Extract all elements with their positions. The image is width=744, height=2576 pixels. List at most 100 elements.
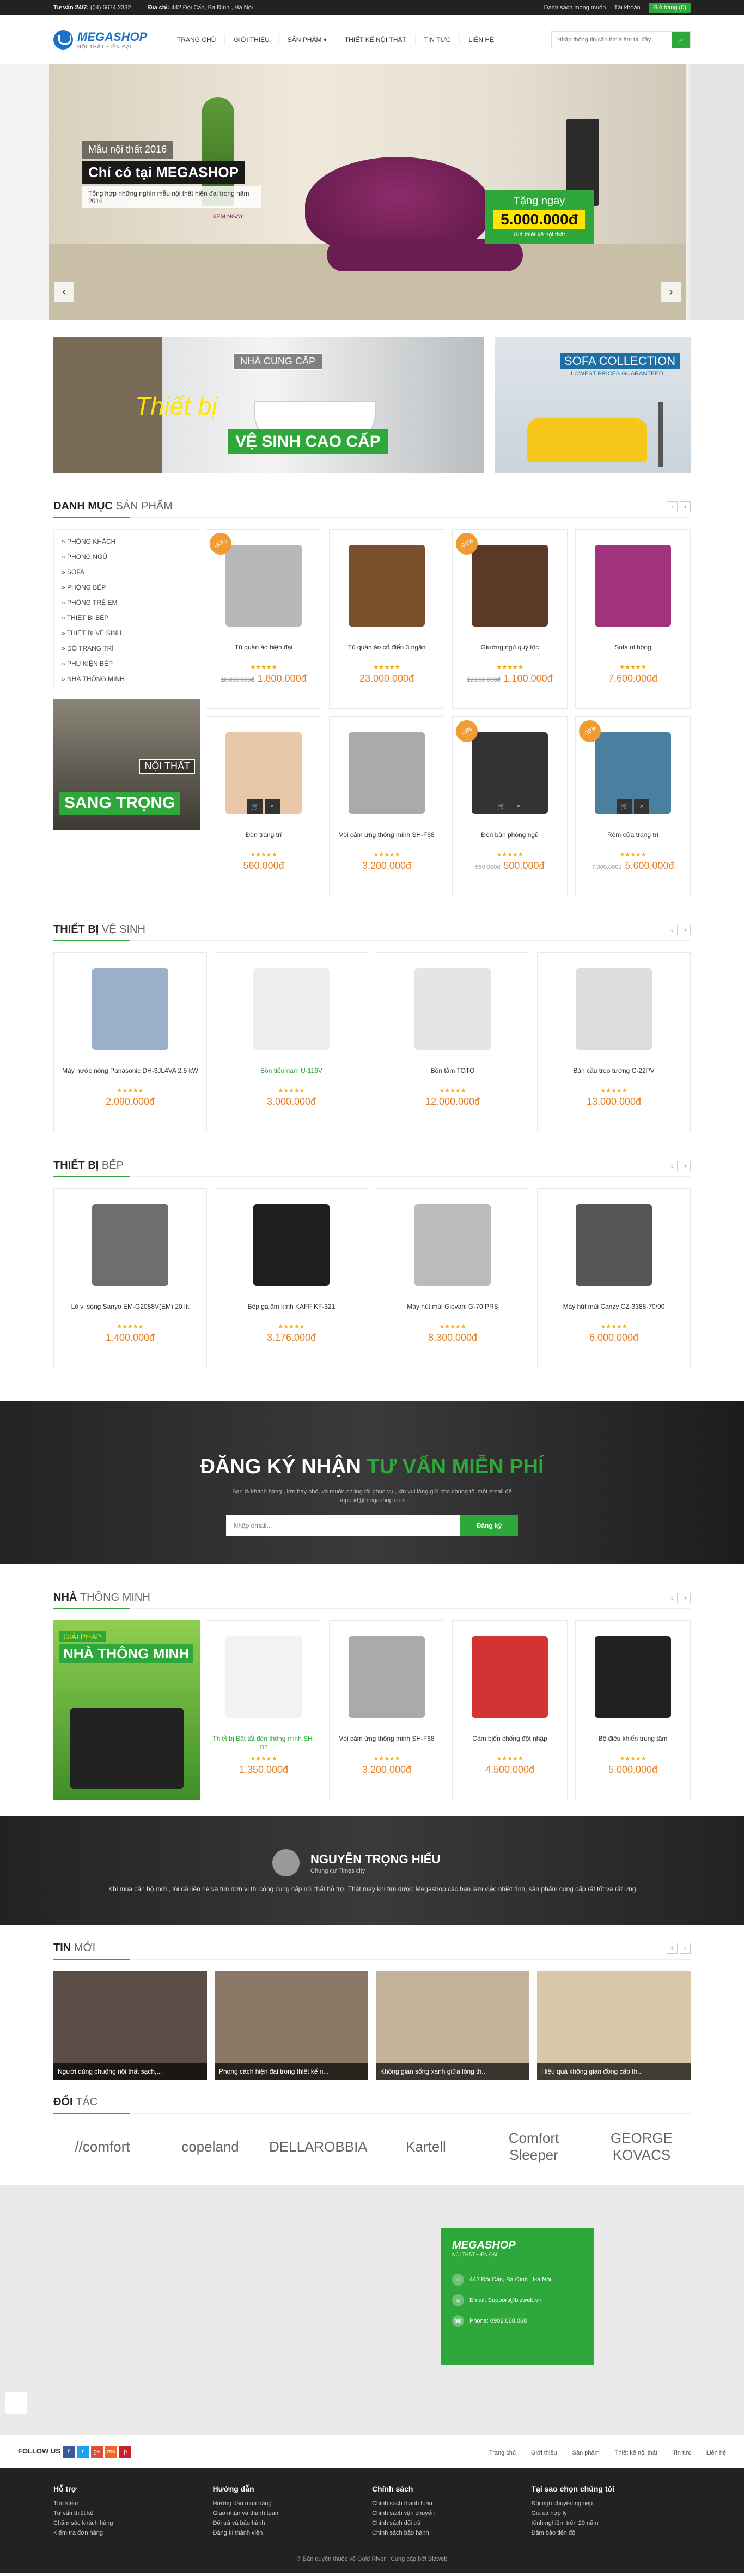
- zoom-icon[interactable]: ⌕: [511, 799, 526, 814]
- news-title[interactable]: Hiệu quả không gian đồng cấp th...: [537, 2063, 691, 2080]
- cart-button[interactable]: Giỏ hàng (0): [648, 3, 691, 13]
- news-title[interactable]: Không gian sống xanh giữa lòng th...: [376, 2063, 529, 2080]
- next-button[interactable]: ›: [680, 1160, 691, 1171]
- smart-home-banner[interactable]: GIẢI PHÁP NHÀ THÔNG MINH: [53, 1620, 200, 1800]
- social-t-icon[interactable]: t: [77, 2446, 89, 2458]
- partner-logo[interactable]: Comfort Sleeper: [485, 2130, 583, 2164]
- product-card[interactable]: Sofa nỉ hồng ★★★★★ 7.600.000đ: [575, 529, 691, 709]
- prev-button[interactable]: ‹: [667, 501, 678, 512]
- product-image[interactable]: [334, 1625, 440, 1729]
- product-name[interactable]: Bộ điều khiển trung tâm: [580, 1734, 686, 1753]
- category-item[interactable]: » Nhà thông minh: [62, 671, 192, 686]
- product-image[interactable]: [334, 534, 440, 637]
- product-card[interactable]: Máy hút mùi Canzy CZ-3388-70/90 ★★★★★ 6.00…: [537, 1188, 691, 1368]
- zoom-icon[interactable]: ⌕: [265, 799, 280, 814]
- cart-icon[interactable]: 🛒: [493, 799, 509, 814]
- category-item[interactable]: » Đồ trang trí: [62, 641, 192, 656]
- footer-link[interactable]: Chính sách bảo hành: [372, 2528, 532, 2538]
- product-card[interactable]: Cảm biến chống đột nhập ★★★★★ 4.500.000đ: [452, 1620, 568, 1800]
- footer-link[interactable]: Giao nhận và thanh toán: [213, 2508, 373, 2518]
- search-input[interactable]: [552, 32, 672, 48]
- partner-logo[interactable]: //comfort: [53, 2138, 151, 2155]
- product-card[interactable]: -50% Tủ quần áo hiện đại ★★★★★ 18.000.000đ 1…: [205, 528, 321, 709]
- product-card[interactable]: Bàn cầu treo tường C-22PV ★★★★★ 13.000.000…: [537, 952, 691, 1132]
- product-card[interactable]: Máy hút mùi Giovani G-70 PRS ★★★★★ 8.300.0…: [376, 1188, 529, 1368]
- product-name[interactable]: Thiết bị Bật tắt đèn thông minh SH-D2: [211, 1734, 316, 1753]
- category-item[interactable]: » Phụ kiện bếp: [62, 656, 192, 671]
- footer-link[interactable]: Chính sách vận chuyển: [372, 2508, 532, 2518]
- product-image[interactable]: [211, 1625, 316, 1729]
- category-item[interactable]: » Phòng bếp: [62, 580, 192, 595]
- subscribe-button[interactable]: Đăng ký: [460, 1515, 519, 1536]
- product-name[interactable]: Giường ngủ quý tộc: [457, 643, 563, 661]
- social-p-icon[interactable]: p: [119, 2446, 131, 2458]
- product-name[interactable]: Máy hút mùi Canzy CZ-3388-70/90: [542, 1302, 686, 1321]
- product-name[interactable]: Tủ quần áo cổ điển 3 ngăn: [334, 643, 440, 661]
- category-item[interactable]: » Phòng trẻ em: [62, 595, 192, 610]
- product-name[interactable]: Lò vi sóng Sanyo EM-G2088V(EM) 20 lít: [58, 1302, 202, 1321]
- product-name[interactable]: Rèm cửa trang trí: [580, 830, 686, 849]
- product-image[interactable]: [381, 1193, 525, 1297]
- product-image[interactable]: [219, 1193, 363, 1297]
- footer-link[interactable]: Giá cả hợp lý: [532, 2508, 691, 2518]
- banner-sofa[interactable]: SOFA COLLECTION LOWEST PRICES GUARANTEED: [495, 337, 691, 473]
- product-name[interactable]: Bồn tắm TOTO: [381, 1066, 525, 1085]
- product-image[interactable]: [334, 721, 440, 825]
- product-name[interactable]: Bếp ga âm kính KAFF KF-321: [219, 1302, 363, 1321]
- product-image[interactable]: [542, 957, 686, 1061]
- prev-button[interactable]: ‹: [667, 1160, 678, 1171]
- product-image[interactable]: [580, 534, 686, 637]
- nav-contact[interactable]: Liên hệ: [459, 34, 503, 45]
- news-item[interactable]: Người dùng chuộng nội thất sạch,...: [53, 1971, 207, 2080]
- footer-nav-link[interactable]: Tin tức: [673, 2450, 691, 2456]
- product-name[interactable]: Cảm biến chống đột nhập: [457, 1734, 563, 1753]
- product-name[interactable]: Bồn tiểu nam U-116V: [219, 1066, 363, 1085]
- footer-link[interactable]: Chăm sóc khách hàng: [53, 2518, 213, 2528]
- partner-logo[interactable]: DELLAROBBIA: [269, 2138, 368, 2155]
- nav-design[interactable]: Thiết kế nội thất: [335, 34, 415, 45]
- nav-news[interactable]: Tin tức: [414, 34, 460, 45]
- product-card[interactable]: Tủ quần áo cổ điển 3 ngăn ★★★★★ 23.000.000…: [329, 529, 444, 709]
- prev-button[interactable]: ‹: [667, 1592, 678, 1603]
- news-item[interactable]: Không gian sống xanh giữa lòng th...: [376, 1971, 529, 2080]
- product-name[interactable]: Máy hút mùi Giovani G-70 PRS: [381, 1302, 525, 1321]
- hero-cta[interactable]: XEM NGAY: [212, 214, 278, 220]
- product-card[interactable]: Vòi cảm ứng thông minh SH-F68 ★★★★★ 3.200.…: [329, 716, 444, 896]
- slider-next-button[interactable]: ›: [661, 282, 681, 302]
- cart-icon[interactable]: 🛒: [617, 799, 632, 814]
- footer-nav-link[interactable]: Trang chủ: [489, 2450, 516, 2456]
- footer-link[interactable]: Tìm kiếm: [53, 2499, 213, 2508]
- partner-logo[interactable]: copeland: [161, 2138, 259, 2155]
- search-button[interactable]: ⌕: [672, 32, 690, 48]
- email-field[interactable]: [225, 1515, 460, 1536]
- product-image[interactable]: [457, 1625, 563, 1729]
- nav-about[interactable]: Giới thiệu: [224, 34, 278, 45]
- product-image[interactable]: [219, 957, 363, 1061]
- product-card[interactable]: Bồn tiểu nam U-116V ★★★★★ 3.000.000đ: [215, 952, 368, 1132]
- footer-link[interactable]: Tư vấn thiết kế: [53, 2508, 213, 2518]
- category-item[interactable]: » Thiết bị vệ sinh: [62, 625, 192, 641]
- product-name[interactable]: Máy nước nóng Panasonic DH-3JL4VA 2.5 kW: [58, 1066, 202, 1085]
- category-item[interactable]: » Thiết bị bếp: [62, 610, 192, 625]
- product-card[interactable]: Bồn tắm TOTO ★★★★★ 12.000.000đ: [376, 952, 529, 1132]
- next-button[interactable]: ›: [680, 924, 691, 935]
- product-card[interactable]: Thiết bị Bật tắt đèn thông minh SH-D2 ★★★…: [206, 1620, 321, 1800]
- product-card[interactable]: Vòi cảm ứng thông minh SH-F68 ★★★★★ 3.200.…: [329, 1620, 444, 1800]
- product-card[interactable]: Máy nước nóng Panasonic DH-3JL4VA 2.5 kW…: [53, 952, 207, 1132]
- prev-button[interactable]: ‹: [667, 1942, 678, 1954]
- product-name[interactable]: Bàn cầu treo tường C-22PV: [542, 1066, 686, 1085]
- category-item[interactable]: » Phòng ngủ: [62, 549, 192, 564]
- map-control[interactable]: [5, 2392, 27, 2414]
- news-title[interactable]: Người dùng chuộng nội thất sạch,...: [53, 2063, 207, 2080]
- cart-icon[interactable]: 🛒: [247, 799, 263, 814]
- product-name[interactable]: Tủ quần áo hiện đại: [211, 643, 316, 661]
- footer-link[interactable]: Đổi trả và bảo hành: [213, 2518, 373, 2528]
- product-image[interactable]: [542, 1193, 686, 1297]
- social-rss-icon[interactable]: rss: [105, 2446, 117, 2458]
- product-image[interactable]: [58, 1193, 202, 1297]
- product-card[interactable]: Bộ điều khiển trung tâm ★★★★★ 5.000.000đ: [575, 1620, 691, 1800]
- prev-button[interactable]: ‹: [667, 924, 678, 935]
- category-promo[interactable]: NỘI THẤT SANG TRỌNG: [53, 699, 200, 830]
- social-f-icon[interactable]: f: [63, 2446, 75, 2458]
- footer-nav-link[interactable]: Sản phẩm: [572, 2450, 600, 2456]
